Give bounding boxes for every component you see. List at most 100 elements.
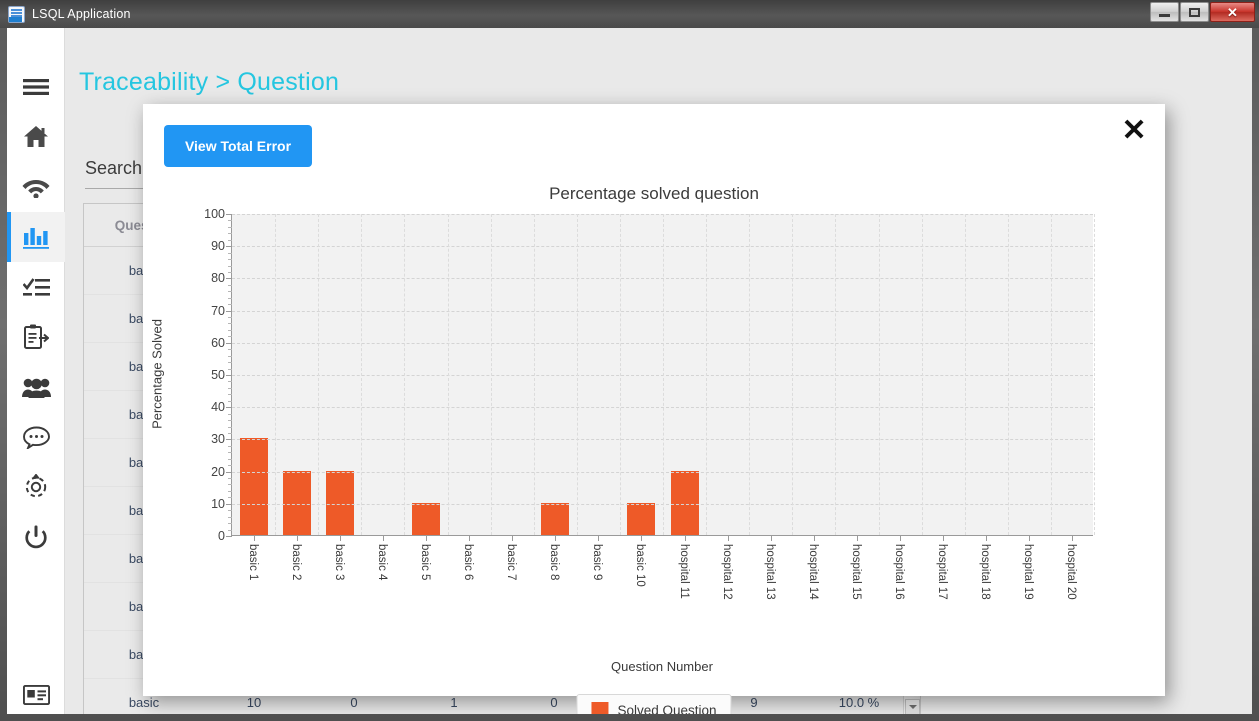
x-axis-tick-label: hospital 11 <box>677 544 690 599</box>
y-axis-minor-tick <box>228 291 232 293</box>
clipboard-icon <box>23 324 49 350</box>
x-axis-tick-mark <box>598 535 600 541</box>
grid-line-vertical <box>921 214 923 535</box>
sidebar-item-reports[interactable] <box>7 312 65 362</box>
x-axis-tick-mark <box>253 535 255 541</box>
y-axis-minor-tick <box>228 529 232 531</box>
grid-line-vertical <box>533 214 535 535</box>
y-axis-tick-label: 100 <box>204 207 225 221</box>
y-axis-minor-tick <box>228 329 232 331</box>
bar[interactable] <box>627 502 656 535</box>
y-axis-label: Percentage Solved <box>149 319 165 429</box>
x-axis-tick-mark <box>727 535 729 541</box>
x-axis-tick-mark <box>339 535 341 541</box>
sidebar-item-home[interactable] <box>7 112 65 162</box>
x-axis-tick-label: basic 4 <box>375 544 388 581</box>
y-axis-tick-mark <box>226 536 232 537</box>
bar[interactable] <box>239 438 268 535</box>
lsql-document-icon <box>8 5 25 23</box>
minimize-button[interactable] <box>1150 2 1179 22</box>
y-axis-minor-tick <box>228 413 232 415</box>
x-axis-tick-label: hospital 16 <box>893 544 906 600</box>
restore-button[interactable] <box>1180 2 1209 22</box>
sidebar-item-tasks[interactable] <box>7 262 65 312</box>
view-total-error-button[interactable]: View Total Error <box>164 125 312 167</box>
y-axis-tick-mark <box>226 503 232 505</box>
x-axis-tick-label: basic 6 <box>462 544 475 581</box>
y-axis-minor-tick <box>228 252 232 254</box>
x-axis-tick-label: hospital 17 <box>936 544 949 600</box>
chart-modal: View Total Error ✕ Percentage solved que… <box>143 104 1165 714</box>
y-axis-minor-tick <box>228 336 232 338</box>
y-axis-minor-tick <box>228 490 232 492</box>
home-icon <box>23 125 49 149</box>
close-icon[interactable]: ✕ <box>1117 114 1151 148</box>
window-controls: ✕ <box>1150 2 1255 22</box>
y-axis-minor-tick <box>228 394 232 396</box>
y-axis-tick-label: 70 <box>211 303 225 318</box>
x-axis-tick-mark <box>641 535 643 541</box>
search-label: Search <box>85 158 143 178</box>
bar[interactable] <box>411 502 440 535</box>
x-axis-tick-label: hospital 14 <box>806 544 819 600</box>
scroll-down-arrow[interactable] <box>905 699 920 714</box>
y-axis-tick-label: 0 <box>218 529 225 543</box>
checklist-icon <box>22 277 50 298</box>
id-card-icon <box>22 685 50 705</box>
bar[interactable] <box>670 470 699 535</box>
y-axis-minor-tick <box>228 465 232 467</box>
x-axis-tick-label: hospital 19 <box>1022 544 1035 600</box>
sidebar-item-about-card[interactable] <box>7 670 65 714</box>
y-axis-minor-tick <box>228 233 232 235</box>
plot-area: 0 10 20 30 40 50 60 70 80 90 100 basic 1 basic 2 basi… <box>204 207 1095 600</box>
close-button[interactable]: ✕ <box>1210 2 1255 22</box>
y-axis-minor-tick <box>228 400 232 402</box>
x-axis-tick-label: basic 8 <box>548 544 561 581</box>
y-axis-minor-tick <box>228 317 232 319</box>
grid-line-vertical <box>1094 214 1095 535</box>
grid-line-vertical <box>1050 214 1052 535</box>
x-axis-tick-mark <box>512 535 514 541</box>
y-axis-minor-tick <box>228 452 232 454</box>
sidebar-item-statistics[interactable] <box>7 212 65 262</box>
y-axis-minor-tick <box>228 349 232 351</box>
people-icon <box>21 377 51 398</box>
x-axis-tick-label: basic 2 <box>289 544 302 581</box>
sidebar-item-power[interactable] <box>7 512 65 562</box>
x-axis-tick-mark <box>469 535 471 541</box>
bar[interactable] <box>325 470 354 535</box>
x-axis-tick-label: hospital 15 <box>849 544 862 600</box>
sidebar-item-settings[interactable] <box>7 462 65 512</box>
x-axis-tick-label: basic 7 <box>505 544 518 581</box>
y-axis-tick-mark <box>226 246 232 248</box>
y-axis-minor-tick <box>228 484 232 486</box>
grid-line-vertical <box>706 214 708 535</box>
chat-bubble-icon <box>22 426 50 449</box>
sidebar-item-connection[interactable] <box>7 162 65 212</box>
chart-legend[interactable]: Solved Question <box>576 694 732 714</box>
y-axis-tick-label: 50 <box>211 368 225 382</box>
legend-color-swatch <box>591 702 609 714</box>
x-axis-tick-mark <box>770 535 772 541</box>
y-axis-minor-tick <box>228 304 232 306</box>
sidebar-item-messages[interactable] <box>7 412 65 462</box>
page-body: Traceability > Question Search Question <box>7 28 1252 714</box>
x-axis-tick-label: hospital 13 <box>763 544 776 600</box>
application-window: LSQL Application ✕ Traceability > Questi… <box>0 0 1259 721</box>
y-axis-minor-tick <box>228 368 232 370</box>
table-cell: 0 <box>350 695 358 710</box>
x-axis-tick-label: basic 1 <box>246 544 259 581</box>
bar[interactable] <box>282 470 311 535</box>
x-axis-tick-mark <box>813 535 815 541</box>
y-axis-minor-tick <box>228 355 232 357</box>
bar[interactable] <box>541 502 570 535</box>
grid-line-vertical <box>576 214 578 535</box>
sidebar-item-users[interactable] <box>7 362 65 412</box>
x-axis-tick-mark <box>1072 535 1074 541</box>
table-cell: basic <box>128 695 160 710</box>
sidebar-item-menu-toggle[interactable] <box>7 62 65 112</box>
y-axis-minor-tick <box>228 271 232 273</box>
y-axis-tick-label: 30 <box>211 432 225 447</box>
y-axis-minor-tick <box>228 516 232 518</box>
